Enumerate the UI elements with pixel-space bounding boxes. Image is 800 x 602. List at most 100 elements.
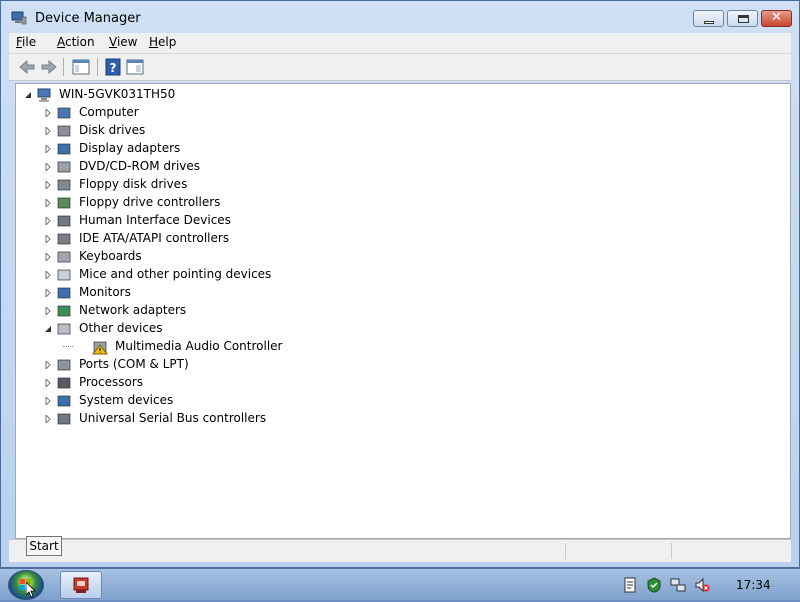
start-tooltip: Start [26,536,62,556]
tree-category-item[interactable]: Human Interface Devices [16,212,346,230]
tree-device-item[interactable]: Multimedia Audio Controller [16,338,346,356]
tree-item-label: Multimedia Audio Controller [115,339,283,353]
expand-arrow-icon[interactable] [44,271,52,279]
tree-item-label: Floppy drive controllers [79,195,221,209]
tree-connector-line [63,346,73,347]
usb-icon [57,413,71,425]
expand-arrow-icon[interactable] [44,253,52,261]
action-pane-icon[interactable] [125,57,145,77]
maximize-icon [738,15,749,23]
expand-arrow-icon[interactable] [44,235,52,243]
security-icon[interactable] [646,577,662,593]
tree-category-item[interactable]: Keyboards [16,248,346,266]
maximize-button[interactable] [727,10,758,27]
tree-category-item[interactable]: Display adapters [16,140,346,158]
forward-icon[interactable] [39,57,59,77]
menu-view[interactable]: View [109,35,137,49]
toolbar: ? [9,54,791,81]
device-manager-window: Device Manager ✕ File Action View Help ?… [0,0,800,568]
tree-item-label: Universal Serial Bus controllers [79,411,267,425]
tree-category-item[interactable]: Universal Serial Bus controllers [16,410,346,428]
minimize-icon [704,21,714,24]
expand-arrow-icon[interactable] [44,415,52,423]
tree-category-item[interactable]: IDE ATA/ATAPI controllers [16,230,346,248]
expand-arrow-icon[interactable] [44,199,52,207]
toolbar-separator [63,58,64,76]
tree-category-item[interactable]: Disk drives [16,122,346,140]
tree-item-label: Monitors [79,285,131,299]
expand-arrow-icon[interactable] [44,127,52,135]
floppy-controller-icon [57,197,71,209]
status-divider [565,543,566,559]
tree-item-label: Human Interface Devices [79,213,231,227]
expand-arrow-icon[interactable] [44,181,52,189]
tree-item-label: Floppy disk drives [79,177,188,191]
tree-item-label: Mice and other pointing devices [79,267,272,281]
expand-arrow-icon[interactable] [44,217,52,225]
expand-arrow-icon[interactable] [44,307,52,315]
tree-item-label: Processors [79,375,144,389]
device-tree-pane[interactable]: WIN-5GVK031TH50 Computer Disk drives Displ… [15,83,791,539]
taskbar-device-manager-button[interactable] [60,571,102,599]
ports-icon [57,359,71,371]
network-adapter-icon [57,305,71,317]
processor-icon [57,377,71,389]
tree-category-item[interactable]: System devices [16,392,346,410]
tree-item-label: Network adapters [79,303,187,317]
close-icon: ✕ [771,10,782,25]
tree-root[interactable]: WIN-5GVK031TH50 [16,86,316,104]
tree-category-item[interactable]: Monitors [16,284,346,302]
back-icon[interactable] [17,57,37,77]
menu-help[interactable]: Help [149,35,176,49]
monitor-icon [57,287,71,299]
title-bar[interactable]: Device Manager ✕ [1,1,799,33]
expand-arrow-icon[interactable] [44,163,52,171]
menu-file[interactable]: File [16,35,36,49]
tree-category-item[interactable]: Mice and other pointing devices [16,266,346,284]
system-devices-icon [57,395,71,407]
expand-arrow-icon[interactable] [44,145,52,153]
tree-category-item[interactable]: Computer [16,104,346,122]
tree-item-label: Display adapters [79,141,181,155]
tree-item-label: Computer [79,105,139,119]
toolbar-separator [97,58,98,76]
tree-category-item[interactable]: Ports (COM & LPT) [16,356,346,374]
expand-arrow-icon[interactable] [44,397,52,405]
status-divider [671,543,672,559]
network-icon[interactable] [670,577,686,593]
computer-root-icon [37,88,51,102]
taskbar-clock[interactable]: 17:34 [736,578,771,592]
tree-category-item[interactable]: Network adapters [16,302,346,320]
tree-category-item[interactable]: DVD/CD-ROM drives [16,158,346,176]
expand-arrow-icon[interactable] [44,379,52,387]
expand-arrow-icon[interactable] [44,361,52,369]
other-devices-icon [57,323,71,335]
tree-category-item[interactable]: Floppy drive controllers [16,194,346,212]
floppy-disk-icon [57,179,71,191]
help-icon[interactable]: ? [103,57,123,77]
ide-controller-icon [57,233,71,245]
tree-item-label: DVD/CD-ROM drives [79,159,201,173]
tree-item-label: System devices [79,393,174,407]
menu-action[interactable]: Action [57,35,95,49]
tree-item-label: IDE ATA/ATAPI controllers [79,231,230,245]
disk-drive-icon [57,125,71,137]
keyboard-icon [57,251,71,263]
mouse-icon [57,269,71,281]
status-bar [9,539,791,562]
volume-muted-icon[interactable] [694,577,710,593]
tree-category-item[interactable]: Other devices [16,320,346,338]
show-hide-console-tree-icon[interactable] [71,57,91,77]
tree-item-label: Ports (COM & LPT) [79,357,189,371]
device-manager-icon [11,11,27,25]
close-button[interactable]: ✕ [761,10,792,27]
action-center-icon[interactable] [622,577,638,593]
expand-arrow-icon[interactable] [44,109,52,117]
collapse-arrow-icon[interactable] [24,91,32,99]
mouse-cursor-icon [26,582,36,598]
tree-category-item[interactable]: Processors [16,374,346,392]
minimize-button[interactable] [693,10,724,27]
tree-category-item[interactable]: Floppy disk drives [16,176,346,194]
collapse-arrow-icon[interactable] [44,325,52,333]
expand-arrow-icon[interactable] [44,289,52,297]
